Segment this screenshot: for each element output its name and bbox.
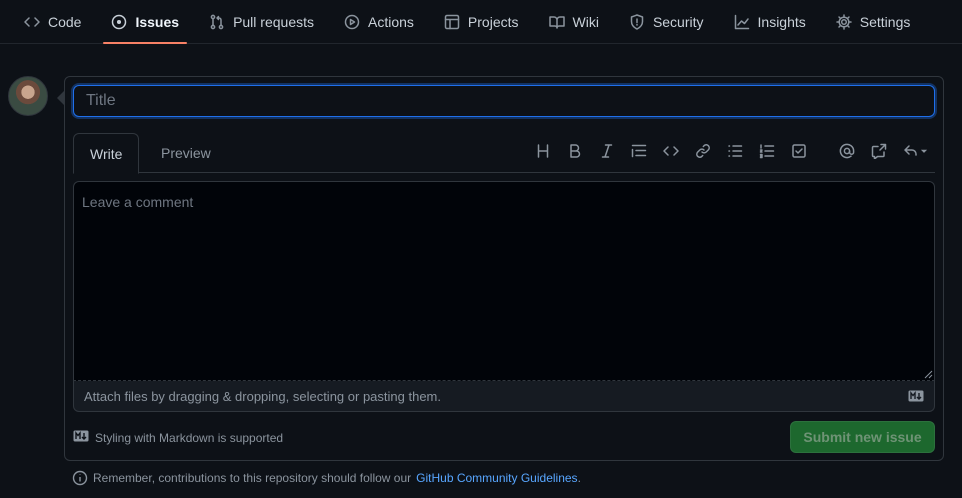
tab-insights[interactable]: Insights — [726, 0, 814, 43]
repo-nav: Code Issues Pull requests Actions Projec… — [0, 0, 962, 44]
tab-pull-requests-label: Pull requests — [233, 13, 314, 30]
submit-new-issue-button[interactable]: Submit new issue — [790, 421, 935, 453]
tab-write[interactable]: Write — [73, 133, 140, 174]
attach-files-text: Attach files by dragging & dropping, sel… — [84, 388, 441, 404]
mention-button[interactable] — [835, 139, 859, 163]
cross-reference-button[interactable] — [867, 139, 891, 163]
avatar[interactable] — [8, 76, 48, 116]
italic-icon — [601, 144, 613, 158]
tab-security[interactable]: Security — [621, 0, 712, 43]
tab-settings-label: Settings — [859, 13, 911, 30]
tasklist-icon — [792, 144, 806, 158]
chevron-down-icon — [920, 149, 928, 153]
tab-actions-label: Actions — [368, 13, 414, 30]
attach-files-bar[interactable]: Attach files by dragging & dropping, sel… — [73, 381, 935, 412]
guidelines-suffix: . — [577, 471, 581, 485]
mention-icon — [839, 143, 855, 159]
community-guidelines-link[interactable]: GitHub Community Guidelines — [416, 471, 577, 485]
quote-button[interactable] — [627, 139, 651, 163]
tab-insights-label: Insights — [757, 13, 806, 30]
link-icon — [696, 144, 710, 158]
tab-issues[interactable]: Issues — [103, 0, 187, 44]
markdown-hint-text: Styling with Markdown is supported — [95, 430, 284, 445]
tab-code[interactable]: Code — [16, 0, 89, 43]
italic-button[interactable] — [595, 139, 619, 163]
tab-issues-label: Issues — [135, 13, 180, 30]
unordered-list-button[interactable] — [723, 139, 747, 163]
bold-button[interactable] — [563, 139, 587, 163]
guidelines-prefix: Remember, contributions to this reposito… — [93, 471, 412, 485]
tab-wiki-label: Wiki — [572, 13, 599, 30]
quote-icon — [631, 144, 647, 158]
git-pull-request-icon — [210, 14, 224, 29]
ordered-list-button[interactable] — [755, 139, 779, 163]
table-icon — [444, 14, 460, 29]
code-icon — [24, 16, 40, 27]
info-icon — [72, 470, 88, 486]
heading-button[interactable] — [531, 139, 555, 163]
title-input[interactable] — [73, 85, 935, 117]
comment-textarea[interactable] — [73, 181, 935, 381]
new-issue-form: Write Preview Attach files by draggin — [57, 76, 944, 461]
tab-code-label: Code — [48, 13, 82, 30]
tasklist-button[interactable] — [787, 139, 811, 163]
code-button[interactable] — [659, 139, 683, 163]
cross-reference-icon — [871, 143, 887, 159]
shield-icon — [630, 13, 644, 30]
link-button[interactable] — [691, 139, 715, 163]
book-icon — [548, 15, 565, 29]
gear-icon — [836, 13, 852, 30]
tab-projects[interactable]: Projects — [436, 0, 527, 43]
contribution-guidelines-note: Remember, contributions to this reposito… — [72, 470, 581, 486]
graph-icon — [734, 14, 749, 29]
tab-actions[interactable]: Actions — [336, 0, 422, 43]
issue-opened-icon — [112, 14, 127, 29]
markdown-icon — [908, 390, 924, 402]
tab-settings[interactable]: Settings — [828, 0, 919, 43]
resize-handle-icon[interactable] — [923, 369, 933, 379]
tab-projects-label: Projects — [467, 13, 519, 30]
heading-icon — [537, 144, 549, 158]
ordered-list-icon — [759, 144, 775, 159]
reply-button[interactable] — [899, 139, 933, 163]
tab-pull-requests[interactable]: Pull requests — [201, 0, 322, 43]
unordered-list-icon — [728, 145, 743, 157]
reply-icon — [904, 145, 917, 156]
tab-security-label: Security — [652, 13, 704, 30]
play-icon — [344, 14, 360, 29]
markdown-hint[interactable]: Styling with Markdown is supported — [73, 430, 283, 445]
bold-icon — [570, 144, 581, 158]
tab-wiki[interactable]: Wiki — [541, 0, 607, 43]
code-icon — [663, 146, 679, 156]
markdown-icon — [73, 430, 89, 445]
tab-preview[interactable]: Preview — [145, 133, 227, 173]
